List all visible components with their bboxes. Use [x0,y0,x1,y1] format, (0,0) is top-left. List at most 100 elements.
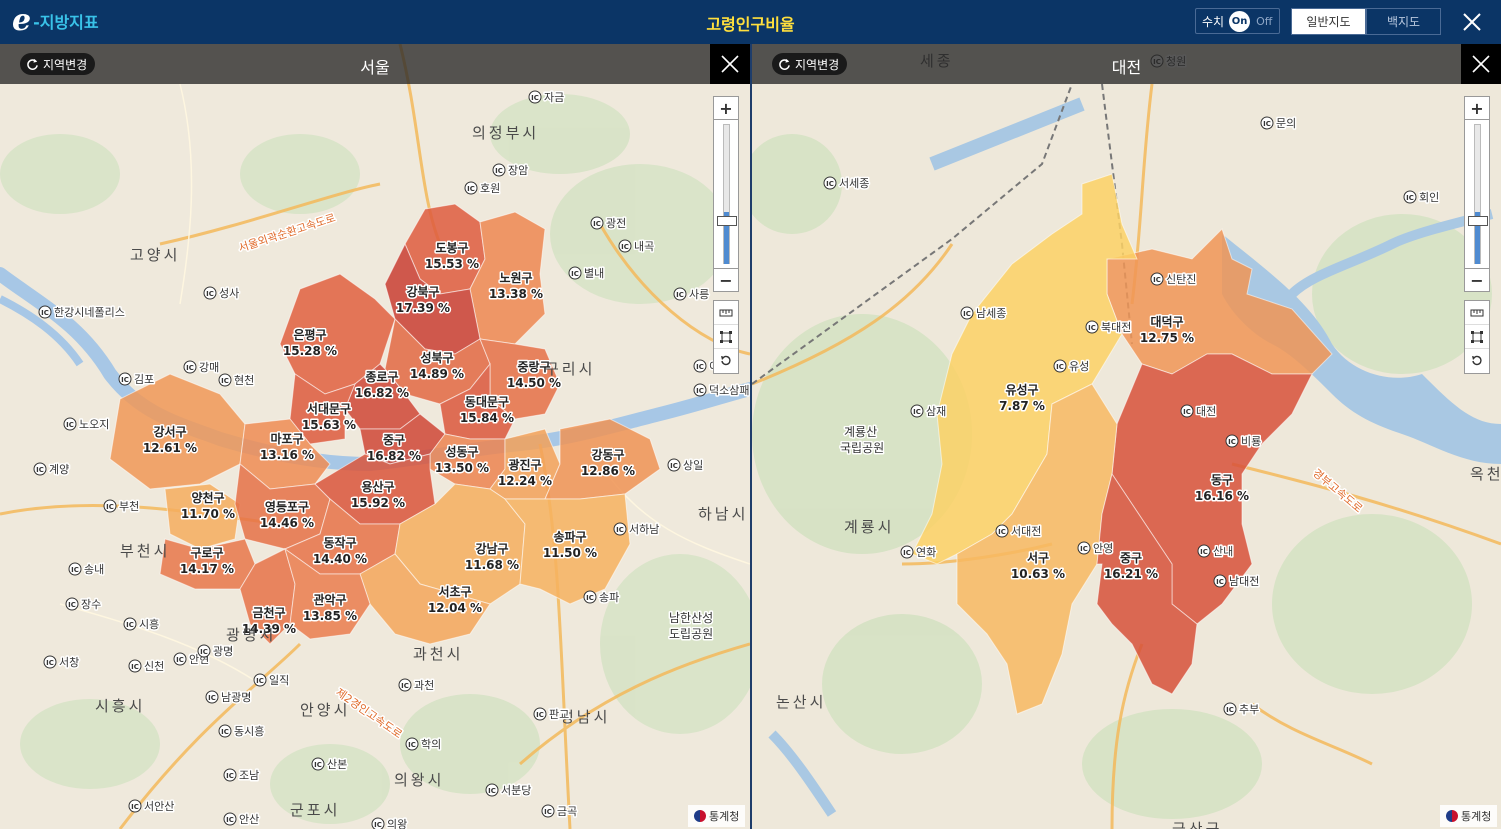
zoom-knob[interactable] [1468,216,1488,226]
ic-marker[interactable]: IC 판교 [533,707,571,723]
district-name-label: 강북구 [406,285,439,299]
ic-icon-glyph: IC [467,185,475,193]
panel-header-daejeon: 지역변경 대전 [752,44,1501,84]
ic-icon-glyph: IC [1088,324,1096,332]
ic-marker[interactable]: IC 신탄진 [1150,272,1198,288]
ic-marker[interactable]: IC 호원 [464,181,502,197]
ic-marker[interactable]: IC 계양 [33,462,71,478]
ic-marker[interactable]: IC 장암 [492,163,530,179]
general-map-button[interactable]: 일반지도 [1291,8,1366,35]
e-jibang-logo[interactable]: e -지방지표 [12,6,99,36]
ic-marker[interactable]: IC 산내 [1197,544,1235,560]
district-name-label: 도봉구 [435,241,468,255]
ic-label: 조남 [239,769,259,782]
ic-marker[interactable]: IC 일직 [253,672,291,689]
ic-marker[interactable]: IC 강매 [183,360,221,376]
close-icon[interactable] [1458,8,1486,36]
ic-marker[interactable]: IC 광명 [197,644,235,660]
close-panel-button[interactable] [1461,44,1501,84]
ic-marker[interactable]: IC 현천 [218,372,256,389]
ic-icon-glyph: IC [408,741,416,749]
close-panel-button[interactable] [710,44,750,84]
ic-marker[interactable]: IC 사릉 [673,287,711,303]
ic-marker[interactable]: IC 별내 [568,266,606,282]
ic-marker[interactable]: IC 장수 [65,597,103,613]
toggle-off-button[interactable]: Off [1256,15,1272,28]
ic-marker[interactable]: IC 조남 [223,768,261,784]
area-icon [720,330,732,343]
blank-map-button[interactable]: 백지도 [1366,8,1441,35]
seoul-map[interactable]: 도봉구 15.53 % 노원구 13.38 % 강북구 17.39 % 은평구 15.28 %… [0,44,750,829]
ic-marker[interactable]: IC 금곡 [541,804,579,820]
value-toggle[interactable]: 수치 On Off [1195,8,1280,34]
ic-marker[interactable]: IC 부천 [103,498,141,515]
ic-marker[interactable]: IC 덕소삼패 [693,383,750,399]
ic-marker[interactable]: IC 상일 [667,457,705,474]
ic-marker[interactable]: IC 연화 [900,545,938,561]
zoom-slider[interactable] [1464,120,1490,268]
ic-marker[interactable]: IC 송내 [68,562,106,578]
ic-icon-glyph: IC [256,677,264,685]
zoom-out-button[interactable]: − [713,268,739,292]
change-region-button[interactable]: 지역변경 [20,53,96,75]
place-guri: 구리시 [545,360,595,378]
ic-marker[interactable]: IC 서대전 [995,524,1043,540]
ic-marker[interactable]: IC 학의 [405,737,443,753]
ic-marker[interactable]: IC 남광명 [205,690,253,706]
ic-marker[interactable]: IC 비룡 [1225,434,1263,450]
ic-marker[interactable]: IC 성사 [203,286,241,302]
ic-marker[interactable]: IC 북대전 [1085,320,1133,336]
ic-label: 호원 [480,182,500,195]
ic-marker[interactable]: IC 서세종 [823,176,871,192]
ic-marker[interactable]: IC 문의 [1260,116,1298,132]
zoom-out-button[interactable]: − [1464,268,1490,292]
zoom-knob[interactable] [717,216,737,226]
ic-marker[interactable]: IC 서분당 [485,783,533,799]
ic-marker[interactable]: IC 유성 [1053,359,1091,375]
ic-marker[interactable]: IC 남세종 [960,306,1008,322]
ic-marker[interactable]: IC 회인 [1403,190,1441,206]
ic-marker[interactable]: IC 송파 [583,590,621,606]
zoom-in-button[interactable]: + [1464,96,1490,120]
daejeon-map[interactable]: 대덕구 12.75 % 유성구 7.87 % 동구 16.16 % 서구 10.63 % 중구 1… [752,44,1501,829]
change-region-button[interactable]: 지역변경 [772,53,848,75]
ic-marker[interactable]: IC 광전 [590,216,628,232]
ic-marker[interactable]: IC 김포 [118,372,156,388]
map-panel-seoul[interactable]: 도봉구 15.53 % 노원구 13.38 % 강북구 17.39 % 은평구 15.28 %… [0,44,750,829]
ic-marker[interactable]: IC 서하남 [613,521,661,538]
ic-marker[interactable]: IC 서창 [43,655,81,671]
ic-marker[interactable]: IC 시흥 [123,616,161,633]
ic-marker[interactable]: IC 추부 [1223,702,1261,718]
ic-icon-glyph: IC [495,167,503,175]
ruler-tool-button[interactable] [714,301,738,325]
ic-marker[interactable]: IC 대전 [1180,404,1218,420]
ic-marker[interactable]: IC 노오지 [63,417,111,433]
reset-tool-button[interactable] [1465,349,1489,373]
place-uiwang: 의왕시 [394,771,444,789]
change-region-label: 지역변경 [795,57,840,72]
ruler-tool-button[interactable] [1465,301,1489,325]
zoom-in-button[interactable]: + [713,96,739,120]
ic-marker[interactable]: IC 동시흥 [218,723,266,740]
ic-marker[interactable]: IC 의왕 [371,817,409,829]
district-value-label: 12.24 % [498,474,552,488]
ic-marker[interactable]: IC 자금 [528,90,566,106]
area-tool-button[interactable] [714,325,738,349]
map-panel-daejeon[interactable]: 대덕구 12.75 % 유성구 7.87 % 동구 16.16 % 서구 10.63 % 중구 1… [752,44,1501,829]
statistics-korea-credit: 통계청 [688,805,746,827]
ic-marker[interactable]: IC 남대전 [1213,574,1261,590]
ic-marker[interactable]: IC 안산 [223,812,261,828]
area-tool-button[interactable] [1465,325,1489,349]
ic-marker[interactable]: IC 산본 [311,757,349,773]
ic-marker[interactable]: IC 신천 [128,658,166,675]
ic-marker[interactable]: IC 서안산 [128,799,176,815]
toggle-on-button[interactable]: On [1229,10,1251,32]
zoom-slider[interactable] [713,120,739,268]
ic-label: 신천 [144,659,164,673]
district-value-label: 14.46 % [260,516,314,530]
ic-marker[interactable]: IC 안영 [1077,541,1115,557]
reset-tool-button[interactable] [714,349,738,373]
ic-marker[interactable]: IC 내곡 [618,239,656,255]
ic-marker[interactable]: IC 삼재 [910,404,948,420]
ic-marker[interactable]: IC 과천 [398,677,436,694]
